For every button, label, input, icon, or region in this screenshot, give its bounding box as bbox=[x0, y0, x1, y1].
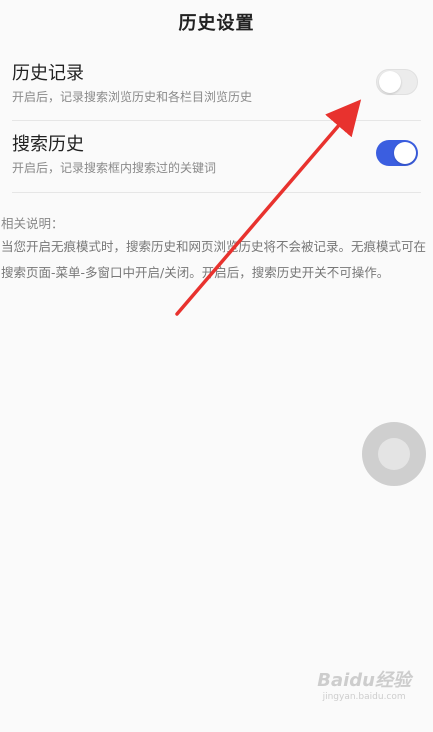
divider bbox=[12, 192, 421, 193]
search-history-toggle[interactable] bbox=[376, 140, 418, 166]
watermark: Baidu经验 jingyan.baidu.com bbox=[317, 666, 411, 702]
assistive-touch-icon[interactable] bbox=[362, 422, 426, 486]
setting-history-description: 开启后，记录搜索浏览历史和各栏目浏览历史 bbox=[12, 90, 253, 104]
setting-row-search: 搜索历史 开启后，记录搜索框内搜索过的关键词 bbox=[0, 121, 433, 191]
setting-history-label: 历史记录 bbox=[12, 63, 84, 84]
page-title: 历史设置 bbox=[178, 13, 255, 34]
search-toggle-knob bbox=[394, 142, 416, 164]
watermark-url: jingyan.baidu.com bbox=[322, 692, 406, 702]
title-bar: 历史设置 bbox=[0, 0, 433, 44]
notes-body: 当您开启无痕模式时，搜索历史和网页浏览历史将不会被记录。无痕模式可在搜索页面-菜… bbox=[1, 239, 427, 280]
setting-search-description: 开启后，记录搜索框内搜索过的关键词 bbox=[12, 161, 217, 175]
setting-search-label: 搜索历史 bbox=[12, 134, 84, 155]
history-toggle[interactable] bbox=[376, 69, 418, 95]
watermark-logo: Baidu经验 bbox=[317, 670, 411, 691]
setting-row-history: 历史记录 开启后，记录搜索浏览历史和各栏目浏览历史 bbox=[0, 50, 433, 120]
assistive-touch-inner bbox=[378, 438, 410, 470]
history-toggle-knob bbox=[379, 71, 401, 93]
notes-heading: 相关说明： bbox=[1, 216, 64, 231]
